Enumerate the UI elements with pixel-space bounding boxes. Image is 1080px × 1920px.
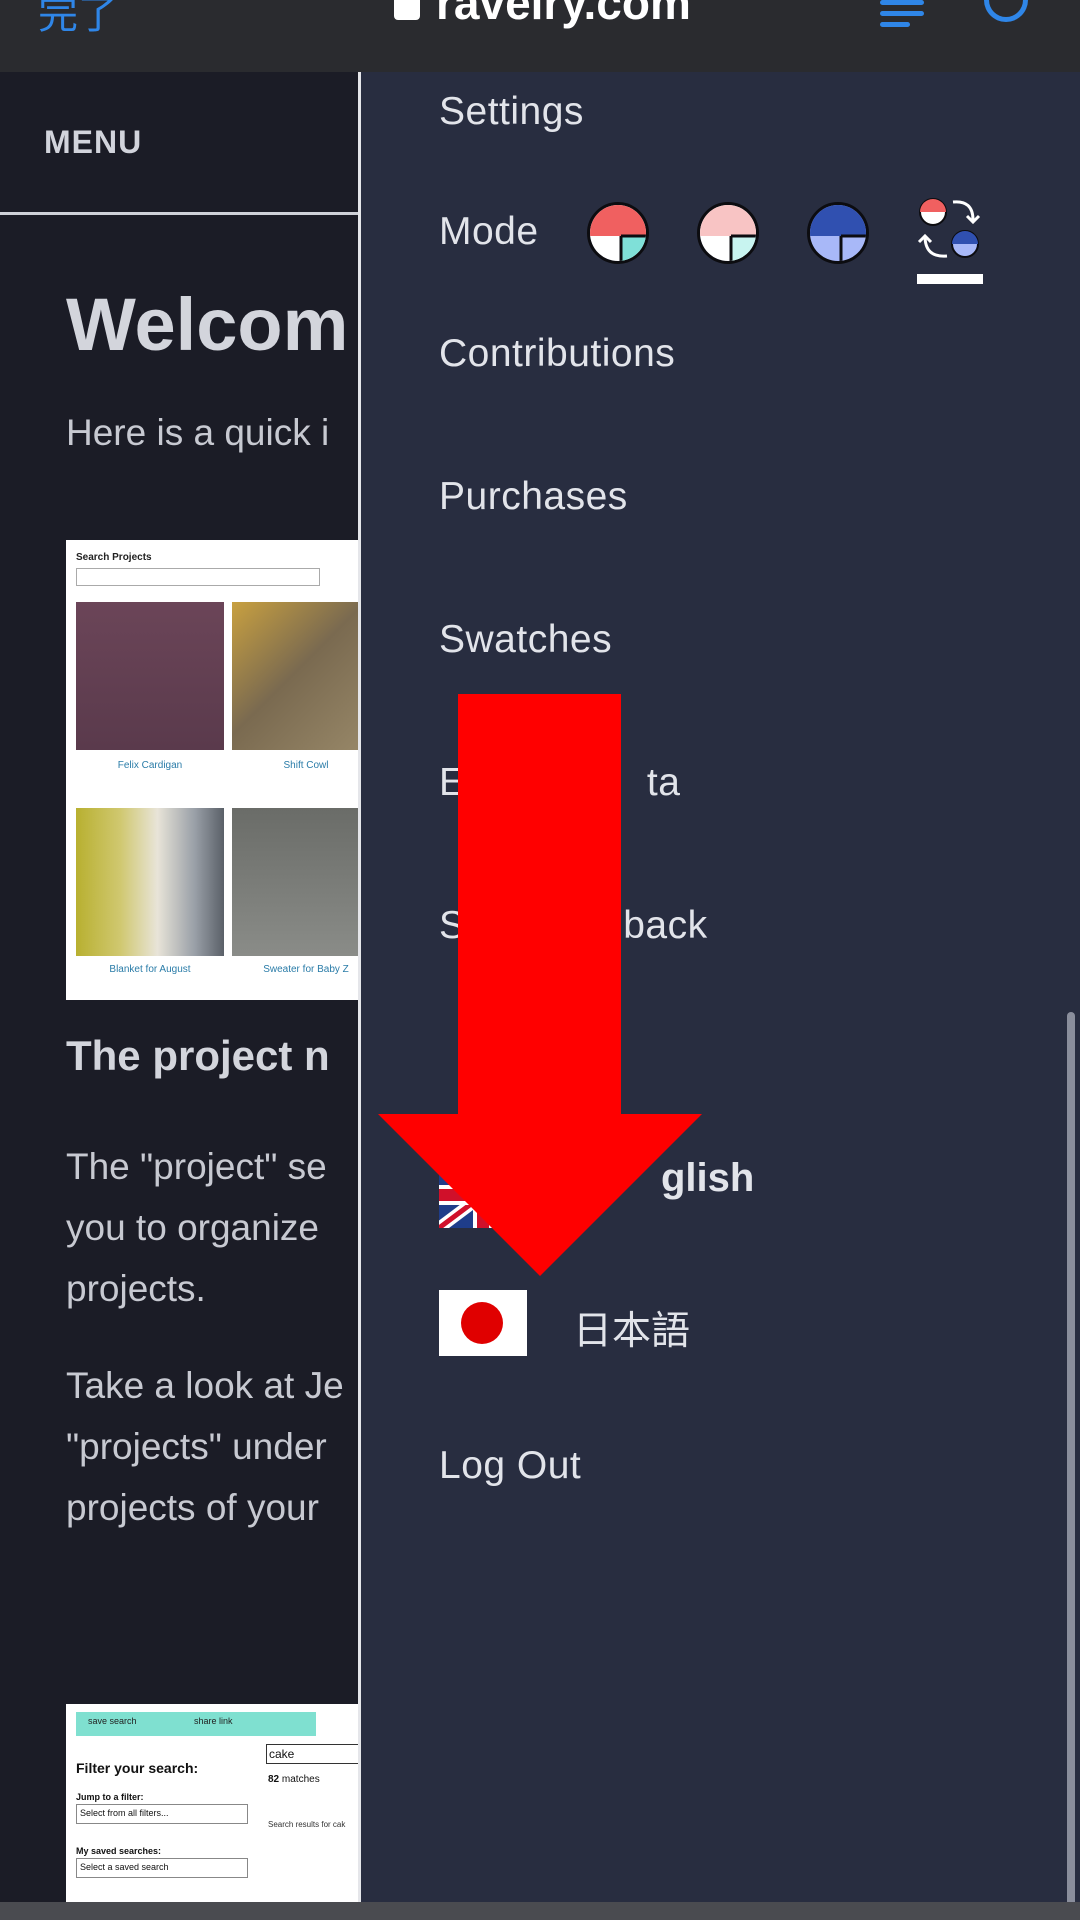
saved-select: Select a saved search — [76, 1858, 248, 1878]
screenshot-title: Search Projects — [76, 552, 152, 563]
jump-label: Jump to a filter: — [76, 1792, 144, 1802]
auto-mode-icon[interactable] — [917, 196, 983, 262]
jump-select: Select from all filters... — [76, 1804, 248, 1824]
list-icon[interactable] — [880, 0, 924, 30]
search-projects-screenshot: Search Projects Felix Cardigan Shift Cow… — [66, 540, 360, 1000]
matches-label: matches — [281, 1774, 320, 1785]
paragraph-line: Take a look at Je — [66, 1365, 344, 1406]
red-arrow-overlay — [378, 694, 702, 1276]
browser-toolbar: 完了 ravelry.com — [0, 0, 1080, 72]
project-thumbnail — [76, 808, 224, 956]
project-thumbnail — [232, 808, 360, 956]
page-title: Welcom — [66, 283, 349, 366]
background-page: MENU Welcom Here is a quick i Search Pro… — [0, 72, 360, 1920]
blue-dark-mode-icon[interactable] — [807, 202, 869, 264]
project-caption: Shift Cowl — [283, 760, 329, 771]
menu-item-swatches[interactable]: Swatches — [439, 618, 612, 662]
paragraph-line: projects. — [66, 1268, 206, 1309]
screenshot-search-box — [76, 568, 320, 586]
address-bar-url[interactable]: ravelry.com — [436, 0, 691, 30]
save-search-label: save search — [88, 1716, 137, 1726]
project-thumbnail — [232, 602, 360, 750]
language-japanese[interactable]: 日本語 — [573, 1300, 690, 1356]
menu-item-settings[interactable]: Settings — [439, 90, 584, 134]
paragraph-line: The "project" se — [66, 1146, 327, 1187]
filter-title: Filter your search: — [76, 1760, 199, 1776]
page-menu-button[interactable]: MENU — [44, 124, 142, 161]
done-button[interactable]: 完了 — [38, 0, 118, 40]
matches-text: 82 matches — [268, 1774, 320, 1785]
red-light-mode-icon[interactable] — [587, 202, 649, 264]
paragraph-line: you to organize — [66, 1207, 320, 1248]
project-thumbnail — [76, 602, 224, 750]
lock-icon — [394, 0, 420, 20]
mode-selected-indicator — [917, 274, 983, 284]
share-link-label: share link — [194, 1716, 233, 1726]
matches-count: 82 — [268, 1774, 280, 1785]
page-intro-text: Here is a quick i — [66, 412, 330, 453]
project-caption: Sweater for Baby Z — [263, 964, 349, 975]
paragraph-line: "projects" under — [66, 1426, 327, 1467]
project-caption: Felix Cardigan — [117, 760, 183, 771]
divider — [0, 212, 360, 215]
menu-item-logout[interactable]: Log Out — [439, 1444, 581, 1488]
pink-light-mode-icon[interactable] — [697, 202, 759, 264]
saved-label: My saved searches: — [76, 1846, 162, 1856]
refresh-icon[interactable] — [984, 0, 1028, 22]
project-caption: Blanket for August — [109, 964, 191, 975]
menu-item-contributions[interactable]: Contributions — [439, 332, 675, 376]
results-label: Search results for cak — [268, 1820, 346, 1829]
japan-flag-icon — [439, 1290, 527, 1356]
section-heading: The project n — [66, 1032, 330, 1079]
menu-item-purchases[interactable]: Purchases — [439, 475, 628, 519]
scrollbar[interactable] — [1067, 1012, 1075, 1912]
paragraph-line: projects of your — [66, 1487, 319, 1528]
bottom-strip — [0, 1902, 1080, 1920]
mode-label: Mode — [439, 210, 539, 253]
query-field: cake — [266, 1744, 360, 1764]
filter-search-screenshot: save search share link Filter your searc… — [66, 1704, 360, 1920]
